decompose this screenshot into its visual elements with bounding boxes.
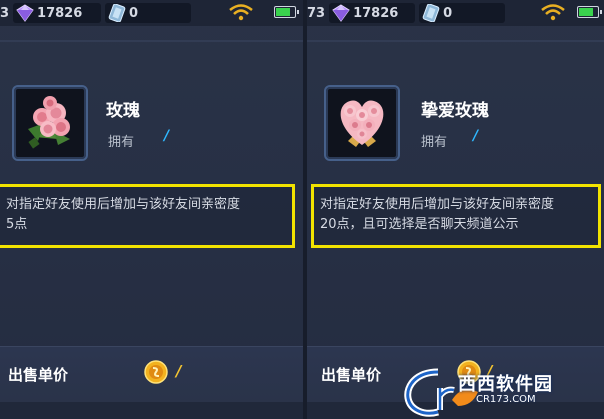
cut-off-value: 73 [307, 5, 326, 21]
gem-counter[interactable]: 17826 [329, 3, 416, 26]
item-detail-panel-rose: 3 17826 0 玫瑰 拥有 / 对指定好友使用后增加与该好友间亲密度 5点 … [0, 0, 303, 419]
gem-count: 17826 [353, 5, 399, 21]
battery-icon [274, 6, 299, 18]
item-icon-frame [12, 85, 88, 161]
wifi-icon [228, 3, 254, 25]
item-name: 挚爱玫瑰 [421, 101, 489, 121]
description-line-1: 对指定好友使用后增加与该好友间亲密度 [6, 197, 241, 212]
battery-level [276, 8, 290, 16]
rose-bouquet-icon [14, 96, 86, 163]
owned-value: / [473, 128, 479, 144]
gold-coin-icon [144, 360, 168, 384]
sell-price-label: 出售单价 [8, 366, 69, 384]
header-divider [307, 40, 604, 42]
description-line-1: 对指定好友使用后增加与该好友间亲密度 [320, 197, 555, 212]
heart-rose-bouquet-icon [326, 100, 398, 163]
description-line-2: 5点 [6, 217, 28, 232]
item-description: 对指定好友使用后增加与该好友间亲密度 20点，且可选择是否聊天频道公示 [311, 184, 601, 248]
status-bar: 73 17826 0 [307, 0, 604, 26]
diamond-icon [331, 4, 351, 26]
watermark-brand: 西西软件园 [458, 374, 553, 395]
sell-price-label: 出售单价 [321, 366, 382, 384]
owned-label: 拥有 [421, 135, 448, 150]
crystal-ticket-icon [421, 3, 441, 26]
ticket-count: 0 [129, 5, 139, 21]
description-line-2: 20点，且可选择是否聊天频道公示 [320, 217, 519, 232]
bottom-band [0, 402, 303, 419]
header-divider [0, 40, 303, 42]
item-name: 玫瑰 [106, 101, 140, 121]
cut-off-value: 3 [0, 5, 10, 21]
crystal-ticket-icon [107, 3, 127, 26]
ticket-count: 0 [443, 5, 453, 21]
item-description: 对指定好友使用后增加与该好友间亲密度 5点 [0, 184, 295, 248]
battery-level [579, 8, 593, 16]
owned-value: / [164, 128, 170, 144]
item-detail-panel-beloved-rose: 73 17826 0 挚爱玫瑰 拥有 / 对指定好友使用后增加与该好友间亲密度 … [307, 0, 604, 419]
battery-icon [577, 6, 602, 18]
watermark-url: CR173.COM [476, 394, 536, 405]
diamond-icon [15, 4, 35, 26]
ticket-counter[interactable]: 0 [105, 3, 192, 26]
ticket-counter[interactable]: 0 [419, 3, 506, 26]
gem-count: 17826 [37, 5, 83, 21]
owned-label: 拥有 [108, 135, 135, 150]
wifi-icon [540, 3, 566, 25]
gem-counter[interactable]: 17826 [13, 3, 102, 26]
sell-price-value: / [176, 362, 182, 380]
item-icon-frame [324, 85, 400, 161]
status-bar: 3 17826 0 [0, 0, 303, 26]
